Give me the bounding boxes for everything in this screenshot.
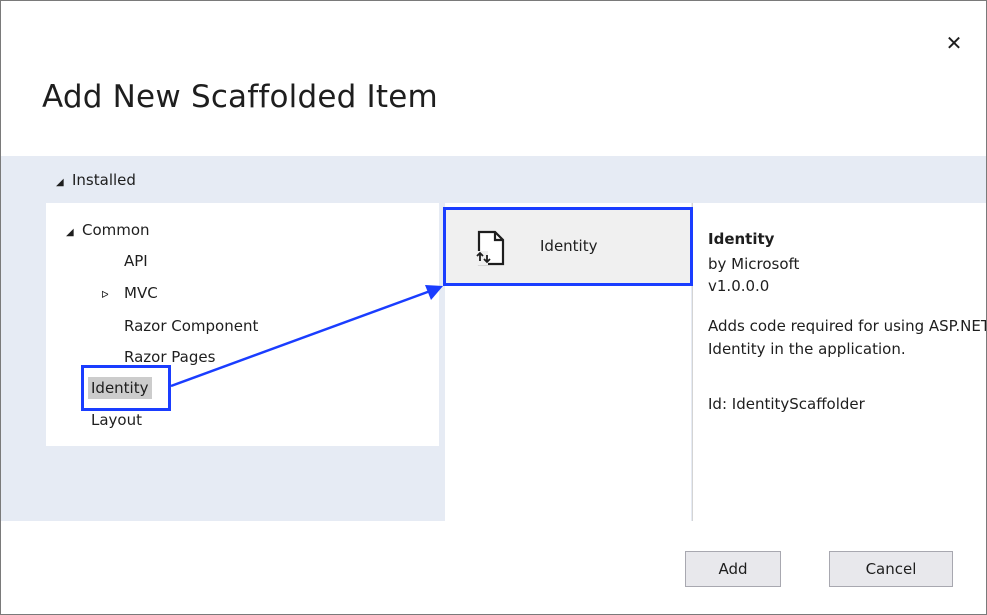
close-icon[interactable]: ✕ — [944, 33, 964, 53]
tree-item-api[interactable]: API — [124, 250, 148, 272]
identity-tree-highlight-box — [81, 365, 171, 411]
tree-item-common[interactable]: ◢ Common — [66, 219, 150, 244]
scaffold-dialog: ✕ Add New Scaffolded Item ◢ Installed ◢ Co… — [0, 0, 987, 615]
tree-item-mvc[interactable]: ᐅ MVC — [101, 282, 158, 307]
dialog-title: Add New Scaffolded Item — [42, 79, 438, 115]
add-button[interactable]: Add — [685, 551, 781, 587]
cancel-button[interactable]: Cancel — [829, 551, 953, 587]
details-id: Id: IdentityScaffolder — [708, 395, 865, 413]
tree-item-label: Common — [82, 221, 150, 239]
details-version: v1.0.0.0 — [708, 277, 770, 295]
expand-arrow-icon: ◢ — [66, 227, 74, 238]
identity-item-highlight-box — [443, 207, 693, 286]
details-description-line2: Identity in the application. — [708, 340, 906, 358]
tree-item-razor-component[interactable]: Razor Component — [124, 315, 258, 337]
details-description-line1: Adds code required for using ASP.NET Cor… — [708, 317, 987, 335]
collapsed-arrow-icon: ᐅ — [101, 290, 109, 301]
details-author: by Microsoft — [708, 255, 800, 273]
collapse-arrow-icon: ◢ — [56, 177, 64, 188]
tree-item-layout[interactable]: Layout — [91, 409, 142, 431]
tree-item-label: MVC — [124, 284, 158, 302]
details-panel: Identity by Microsoft v1.0.0.0 Adds code… — [692, 203, 987, 521]
installed-category[interactable]: ◢ Installed — [56, 171, 136, 189]
installed-label: Installed — [72, 171, 136, 189]
details-title: Identity — [708, 230, 775, 248]
